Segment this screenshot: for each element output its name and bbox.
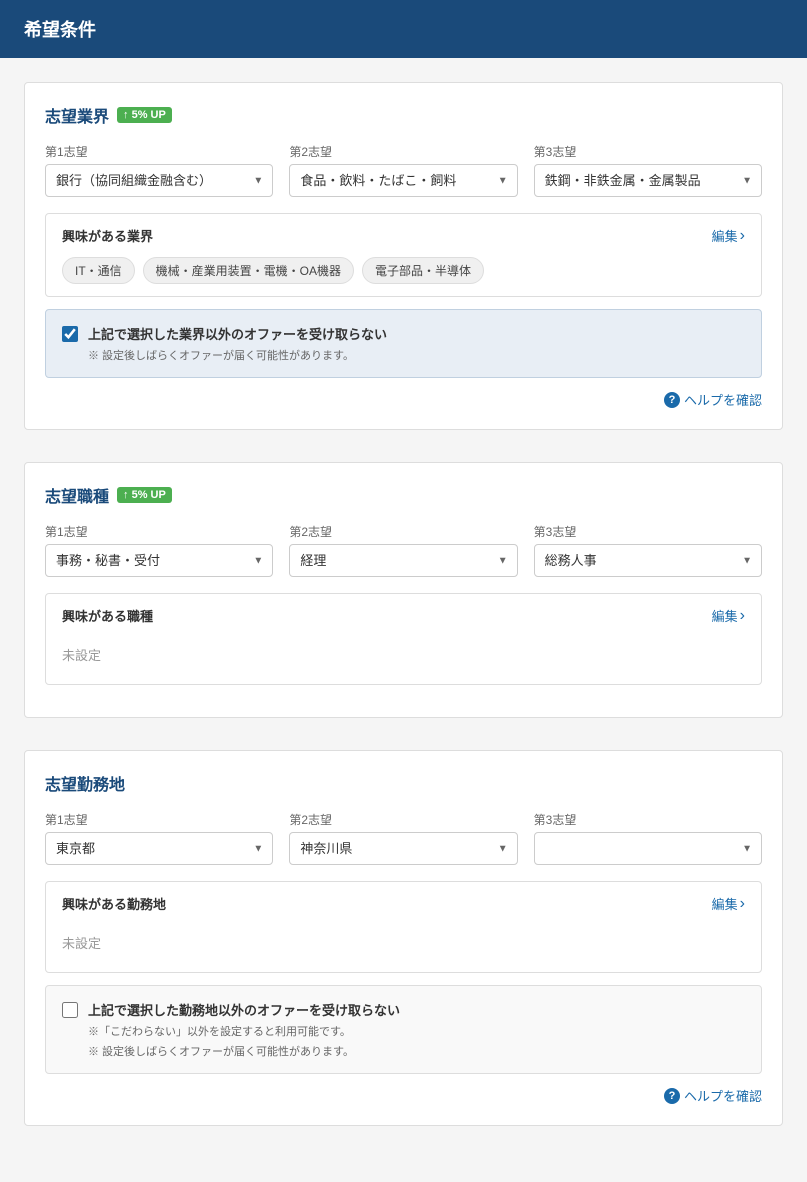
industry-tag-2: 電子部品・半導体 xyxy=(362,257,484,284)
industry-up-badge: ↑ 5% UP xyxy=(117,107,172,123)
job-interest-title: 興味がある職種 xyxy=(62,606,153,625)
job-third-select[interactable]: 総務人事 xyxy=(534,544,762,577)
location-second-select[interactable]: 神奈川県 xyxy=(289,832,517,865)
industry-help-row[interactable]: ? ヘルプを確認 xyxy=(45,390,762,409)
industry-first-select-wrapper: 銀行（協同組織金融含む） xyxy=(45,164,273,197)
industry-second: 第2志望 食品・飲料・たばこ・飼料 xyxy=(289,143,517,197)
job-section-title: 志望職種 ↑ 5% UP xyxy=(45,483,762,507)
industry-first: 第1志望 銀行（協同組織金融含む） xyxy=(45,143,273,197)
job-unset-text: 未設定 xyxy=(62,637,745,672)
industry-help-icon: ? xyxy=(664,392,680,408)
page-title: 希望条件 xyxy=(24,16,783,42)
location-edit-link[interactable]: 編集 xyxy=(712,894,745,913)
location-second-label: 第2志望 xyxy=(289,811,517,828)
industry-tag-0: IT・通信 xyxy=(62,257,135,284)
location-section-title: 志望勤務地 xyxy=(45,771,762,795)
job-third-label: 第3志望 xyxy=(534,523,762,540)
industry-help-label: ヘルプを確認 xyxy=(684,390,762,409)
job-up-badge: ↑ 5% UP xyxy=(117,487,172,503)
location-third-select[interactable] xyxy=(534,832,762,865)
industry-checkbox-label: 上記で選択した業界以外のオファーを受け取らない xyxy=(88,324,387,343)
industry-interest-header: 興味がある業界 編集 xyxy=(62,226,745,245)
location-first-label: 第1志望 xyxy=(45,811,273,828)
page-header: 希望条件 xyxy=(0,0,807,58)
industry-third: 第3志望 鉄鋼・非鉄金属・金属製品 xyxy=(534,143,762,197)
job-first-select[interactable]: 事務・秘書・受付 xyxy=(45,544,273,577)
job-second-label: 第2志望 xyxy=(289,523,517,540)
industry-section: 志望業界 ↑ 5% UP 第1志望 銀行（協同組織金融含む） 第2志望 食品・飲… xyxy=(24,82,783,430)
location-second-select-wrapper: 神奈川県 xyxy=(289,832,517,865)
industry-tags-container: IT・通信 機械・産業用装置・電機・OA機器 電子部品・半導体 xyxy=(62,257,745,284)
industry-tag-1: 機械・産業用装置・電機・OA機器 xyxy=(143,257,354,284)
location-unset-text: 未設定 xyxy=(62,925,745,960)
industry-section-title: 志望業界 ↑ 5% UP xyxy=(45,103,762,127)
job-interest-header: 興味がある職種 編集 xyxy=(62,606,745,625)
job-first-select-wrapper: 事務・秘書・受付 xyxy=(45,544,273,577)
location-checkbox-row: 上記で選択した勤務地以外のオファーを受け取らない ※「こだわらない」以外を設定す… xyxy=(62,1000,745,1059)
industry-edit-link[interactable]: 編集 xyxy=(712,226,745,245)
job-second-select-wrapper: 経理 xyxy=(289,544,517,577)
industry-checkbox-row: 上記で選択した業界以外のオファーを受け取らない ※ 設定後しばらくオファーが届く… xyxy=(62,324,745,363)
industry-third-select[interactable]: 鉄鋼・非鉄金属・金属製品 xyxy=(534,164,762,197)
industry-checkbox-note: ※ 設定後しばらくオファーが届く可能性があります。 xyxy=(88,347,387,363)
location-first-select[interactable]: 東京都 xyxy=(45,832,273,865)
location-checkbox-content: 上記で選択した勤務地以外のオファーを受け取らない ※「こだわらない」以外を設定す… xyxy=(88,1000,400,1059)
location-help-label: ヘルプを確認 xyxy=(684,1086,762,1105)
industry-checkbox-section: 上記で選択した業界以外のオファーを受け取らない ※ 設定後しばらくオファーが届く… xyxy=(45,309,762,378)
industry-interest-box: 興味がある業界 編集 IT・通信 機械・産業用装置・電機・OA機器 電子部品・半… xyxy=(45,213,762,297)
job-second-select[interactable]: 経理 xyxy=(289,544,517,577)
industry-third-label: 第3志望 xyxy=(534,143,762,160)
job-edit-link[interactable]: 編集 xyxy=(712,606,745,625)
job-first-label: 第1志望 xyxy=(45,523,273,540)
job-interest-box: 興味がある職種 編集 未設定 xyxy=(45,593,762,685)
industry-second-select[interactable]: 食品・飲料・たばこ・飼料 xyxy=(289,164,517,197)
location-second: 第2志望 神奈川県 xyxy=(289,811,517,865)
industry-preferences-grid: 第1志望 銀行（協同組織金融含む） 第2志望 食品・飲料・たばこ・飼料 第3志望 xyxy=(45,143,762,197)
location-checkbox-note1: ※「こだわらない」以外を設定すると利用可能です。 xyxy=(88,1023,400,1039)
location-help-row[interactable]: ? ヘルプを確認 xyxy=(45,1086,762,1105)
job-preferences-grid: 第1志望 事務・秘書・受付 第2志望 経理 第3志望 xyxy=(45,523,762,577)
job-third: 第3志望 総務人事 xyxy=(534,523,762,577)
industry-first-label: 第1志望 xyxy=(45,143,273,160)
location-interest-header: 興味がある勤務地 編集 xyxy=(62,894,745,913)
location-checkbox-section: 上記で選択した勤務地以外のオファーを受け取らない ※「こだわらない」以外を設定す… xyxy=(45,985,762,1074)
location-first: 第1志望 東京都 xyxy=(45,811,273,865)
industry-first-select[interactable]: 銀行（協同組織金融含む） xyxy=(45,164,273,197)
industry-second-label: 第2志望 xyxy=(289,143,517,160)
location-third-select-wrapper xyxy=(534,832,762,865)
location-checkbox-label: 上記で選択した勤務地以外のオファーを受け取らない xyxy=(88,1000,400,1019)
location-checkbox-note2: ※ 設定後しばらくオファーが届く可能性があります。 xyxy=(88,1043,400,1059)
job-first: 第1志望 事務・秘書・受付 xyxy=(45,523,273,577)
job-section: 志望職種 ↑ 5% UP 第1志望 事務・秘書・受付 第2志望 経理 xyxy=(24,462,783,718)
industry-interest-title: 興味がある業界 xyxy=(62,226,153,245)
location-third-label: 第3志望 xyxy=(534,811,762,828)
job-third-select-wrapper: 総務人事 xyxy=(534,544,762,577)
industry-checkbox[interactable] xyxy=(62,326,78,342)
location-help-icon: ? xyxy=(664,1088,680,1104)
job-second: 第2志望 経理 xyxy=(289,523,517,577)
industry-second-select-wrapper: 食品・飲料・たばこ・飼料 xyxy=(289,164,517,197)
location-interest-box: 興味がある勤務地 編集 未設定 xyxy=(45,881,762,973)
location-interest-title: 興味がある勤務地 xyxy=(62,894,166,913)
location-first-select-wrapper: 東京都 xyxy=(45,832,273,865)
industry-third-select-wrapper: 鉄鋼・非鉄金属・金属製品 xyxy=(534,164,762,197)
location-third: 第3志望 xyxy=(534,811,762,865)
industry-checkbox-content: 上記で選択した業界以外のオファーを受け取らない ※ 設定後しばらくオファーが届く… xyxy=(88,324,387,363)
location-checkbox[interactable] xyxy=(62,1002,78,1018)
location-preferences-grid: 第1志望 東京都 第2志望 神奈川県 第3志望 xyxy=(45,811,762,865)
location-section: 志望勤務地 第1志望 東京都 第2志望 神奈川県 第 xyxy=(24,750,783,1126)
